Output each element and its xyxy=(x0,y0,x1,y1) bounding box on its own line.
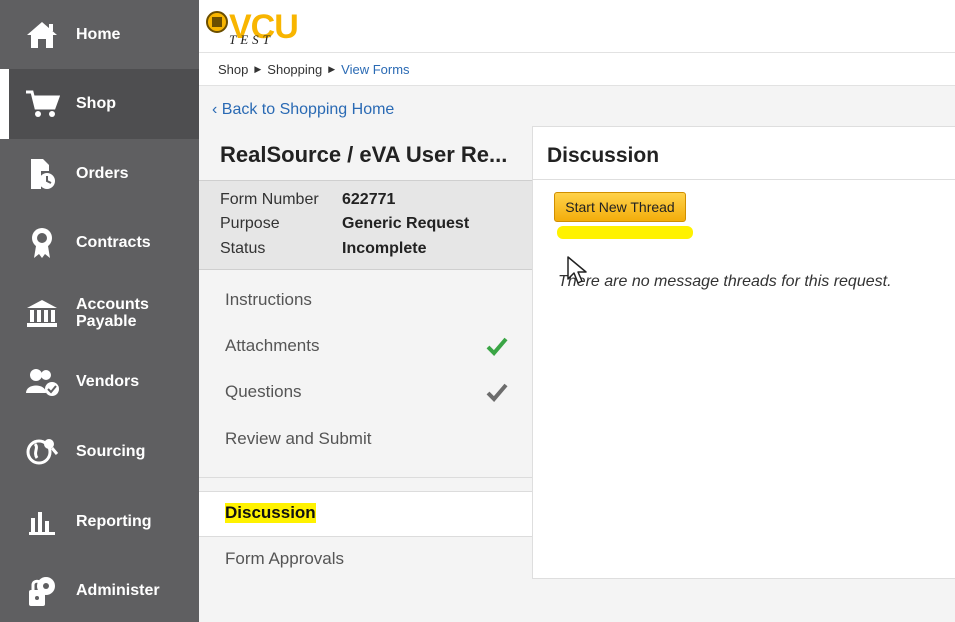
form-steps: Instructions Attachments Questions Revie… xyxy=(199,270,532,622)
nav-item-reporting[interactable]: Reporting xyxy=(0,487,199,557)
back-to-shopping-link[interactable]: ‹ Back to Shopping Home xyxy=(212,101,394,119)
nav-item-contracts[interactable]: Contracts xyxy=(0,208,199,278)
section-label: Discussion xyxy=(225,503,316,523)
meta-value: Incomplete xyxy=(342,240,427,257)
nav-label-vendors: Vendors xyxy=(76,373,140,390)
start-new-thread-button[interactable]: Start New Thread xyxy=(554,192,686,222)
breadcrumb-separator-icon: ▶ xyxy=(328,64,336,74)
step-label: Attachments xyxy=(225,336,320,355)
contracts-icon xyxy=(24,225,60,261)
section-form-approvals[interactable]: Form Approvals xyxy=(199,537,532,583)
empty-threads-message: There are no message threads for this re… xyxy=(558,273,892,290)
breadcrumb-shopping[interactable]: Shopping xyxy=(267,62,322,77)
meta-key: Purpose xyxy=(220,215,280,232)
nav-label-administer: Administer xyxy=(76,582,160,599)
vcu-test-logo[interactable]: VCU TEST xyxy=(205,8,315,48)
home-icon xyxy=(24,17,60,53)
nav-label-reporting: Reporting xyxy=(76,513,152,530)
nav-item-vendors[interactable]: Vendors xyxy=(0,347,199,417)
nav-label-home: Home xyxy=(76,26,121,43)
breadcrumb-separator-icon: ▶ xyxy=(254,64,262,74)
check-gray-icon xyxy=(486,383,508,402)
vendors-icon xyxy=(24,364,60,400)
nav-label-shop: Shop xyxy=(76,95,116,112)
nav-label-sourcing: Sourcing xyxy=(76,443,146,460)
cart-icon xyxy=(24,86,60,122)
nav-label-orders: Orders xyxy=(76,165,129,182)
discussion-panel: Discussion Start New Thread There are no… xyxy=(532,126,955,579)
step-instructions[interactable]: Instructions xyxy=(199,278,532,324)
mouse-cursor-icon xyxy=(567,256,587,284)
main-nav: Home Shop Orders Contracts Accounts Paya… xyxy=(0,0,199,622)
meta-value: Generic Request xyxy=(342,215,470,232)
form-title: RealSource / eVA User Re... xyxy=(220,142,508,167)
steps-divider xyxy=(199,477,532,478)
bank-icon xyxy=(24,295,60,331)
breadcrumb-bar: Shop ▶ Shopping ▶ View Forms xyxy=(199,52,955,86)
highlight-mark xyxy=(557,226,693,239)
nav-item-sourcing[interactable]: Sourcing xyxy=(0,417,199,487)
check-complete-icon xyxy=(486,337,508,356)
nav-item-home[interactable]: Home xyxy=(0,0,199,70)
nav-label-accounts-payable: Accounts Payable xyxy=(76,296,149,330)
step-label: Instructions xyxy=(225,290,312,309)
breadcrumb-view-forms[interactable]: View Forms xyxy=(341,62,409,77)
reporting-icon xyxy=(24,504,60,540)
chevron-left-icon: ‹ xyxy=(212,101,218,118)
nav-item-administer[interactable]: Administer xyxy=(0,556,199,622)
nav-item-shop[interactable]: Shop xyxy=(0,69,199,139)
logo-subtitle: TEST xyxy=(229,32,274,47)
form-meta: Form Number 622771 Purpose Generic Reque… xyxy=(199,180,532,270)
section-discussion[interactable]: Discussion xyxy=(199,491,532,537)
step-label: Questions xyxy=(225,382,302,401)
nav-item-accounts-payable[interactable]: Accounts Payable xyxy=(0,278,199,348)
app-header: VCU TEST xyxy=(199,0,955,52)
breadcrumb: Shop ▶ Shopping ▶ View Forms xyxy=(218,62,410,77)
step-label: Review and Submit xyxy=(225,429,372,448)
step-attachments[interactable]: Attachments xyxy=(199,324,532,370)
panel-divider xyxy=(533,179,955,180)
meta-key: Form Number xyxy=(220,191,319,208)
discussion-title: Discussion xyxy=(547,144,660,167)
sourcing-icon xyxy=(24,434,60,470)
step-questions[interactable]: Questions xyxy=(199,370,532,416)
section-label: Form Approvals xyxy=(225,549,345,568)
nav-label-contracts: Contracts xyxy=(76,234,151,251)
meta-value: 622771 xyxy=(342,191,396,208)
nav-item-orders[interactable]: Orders xyxy=(0,139,199,209)
administer-icon xyxy=(24,573,60,609)
back-link-label: Back to Shopping Home xyxy=(221,101,395,118)
step-review-and-submit[interactable]: Review and Submit xyxy=(199,417,532,463)
breadcrumb-shop[interactable]: Shop xyxy=(218,62,248,77)
meta-key: Status xyxy=(220,240,266,257)
orders-icon xyxy=(24,156,60,192)
